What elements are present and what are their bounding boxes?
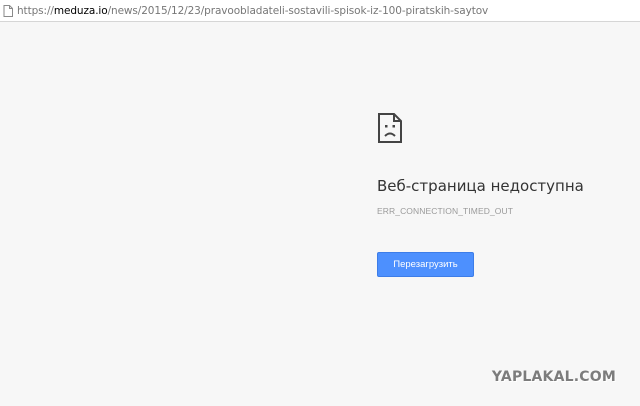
- error-title: Веб-страница недоступна: [377, 177, 584, 195]
- address-bar[interactable]: https://meduza.io/news/2015/12/23/pravoo…: [0, 0, 640, 22]
- error-panel: Веб-страница недоступна ERR_CONNECTION_T…: [377, 112, 627, 277]
- watermark-logo: YAPLAKAL.COM: [491, 369, 616, 385]
- url-path: /news/2015/12/23/pravoobladateli-sostavi…: [107, 4, 489, 17]
- error-code: ERR_CONNECTION_TIMED_OUT: [377, 206, 514, 216]
- url-host: meduza.io: [53, 4, 108, 17]
- sad-document-icon: [377, 112, 627, 144]
- url-text[interactable]: https://meduza.io/news/2015/12/23/pravoo…: [17, 5, 488, 17]
- reload-button[interactable]: Перезагрузить: [377, 252, 474, 277]
- page-icon: [2, 4, 14, 18]
- url-scheme: https://: [17, 4, 54, 17]
